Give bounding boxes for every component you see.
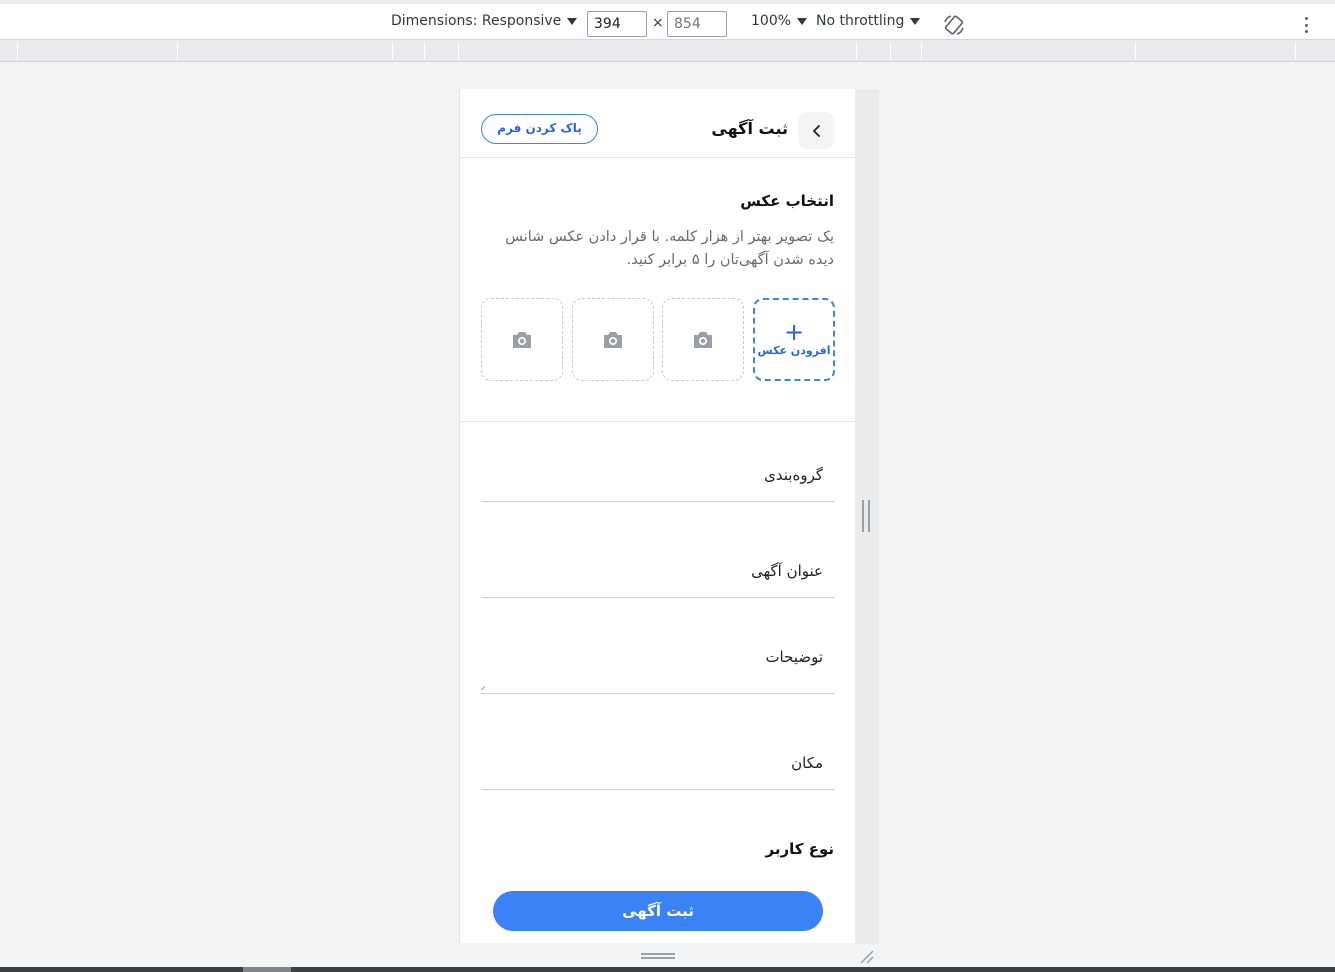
location-field[interactable]: مکان [481, 732, 835, 790]
media-query-ruler[interactable] [0, 40, 1335, 62]
camera-icon [513, 331, 531, 348]
description-label: توضیحات [765, 648, 823, 666]
app-header: ثبت آگهی پاک کردن فرم [460, 89, 855, 158]
section-divider [460, 421, 855, 422]
location-label: مکان [791, 754, 823, 772]
zoom-label: 100% [751, 13, 792, 29]
chevron-left-icon [812, 124, 820, 137]
category-field[interactable]: گروه‌بندی [481, 444, 835, 502]
submit-ad-button[interactable]: ثبت آگهی [493, 891, 823, 931]
camera-icon [694, 331, 712, 348]
category-label: گروه‌بندی [764, 466, 823, 484]
description-textarea[interactable]: توضیحات [480, 619, 835, 694]
throttling-dropdown[interactable]: No throttling [816, 13, 921, 29]
back-button[interactable] [798, 112, 835, 149]
add-photo-button[interactable]: + افزودن عکس [753, 298, 835, 381]
zoom-dropdown[interactable]: 100% [751, 13, 808, 29]
photo-section-description: یک تصویر بهتر از هزار کلمه. با قرار دادن… [505, 229, 834, 268]
caret-down-icon [567, 17, 578, 25]
plus-icon: + [783, 318, 805, 346]
width-resize-handle[interactable] [862, 500, 870, 532]
mobile-viewport: ثبت آگهی پاک کردن فرم انتخاب عکس یک تصوی… [459, 89, 855, 943]
camera-icon [604, 331, 622, 348]
ad-title-field[interactable]: عنوان آگهی [481, 540, 835, 598]
photo-section-title: انتخاب عکس [740, 192, 834, 210]
times-sign: × [652, 15, 664, 31]
dimensions-label: Dimensions: Responsive [391, 13, 562, 29]
height-input[interactable] [667, 11, 727, 37]
photo-slot[interactable] [481, 298, 563, 381]
page-title: ثبت آگهی [711, 119, 788, 138]
bottom-bar [0, 967, 1335, 972]
photo-slot[interactable] [572, 298, 654, 381]
rotate-icon[interactable] [942, 13, 966, 37]
user-type-title: نوع کاربر [765, 840, 834, 858]
width-input[interactable] [587, 11, 647, 37]
dimensions-dropdown[interactable]: Dimensions: Responsive [391, 13, 578, 29]
caret-down-icon [910, 17, 921, 25]
photo-slot[interactable] [662, 298, 744, 381]
clear-form-button[interactable]: پاک کردن فرم [481, 114, 598, 144]
throttling-label: No throttling [816, 13, 905, 29]
add-photo-label: افزودن عکس [757, 344, 831, 357]
caret-down-icon [797, 17, 808, 25]
more-vert-icon[interactable] [1300, 14, 1312, 36]
textarea-resize-icon[interactable] [480, 685, 489, 694]
corner-resize-icon[interactable] [858, 948, 874, 964]
ad-title-label: عنوان آگهی [751, 562, 823, 580]
photo-slots: + افزودن عکس [481, 298, 835, 381]
device-toolbar: Dimensions: Responsive × 100% No throttl… [0, 0, 1335, 40]
height-resize-handle[interactable] [641, 953, 675, 959]
